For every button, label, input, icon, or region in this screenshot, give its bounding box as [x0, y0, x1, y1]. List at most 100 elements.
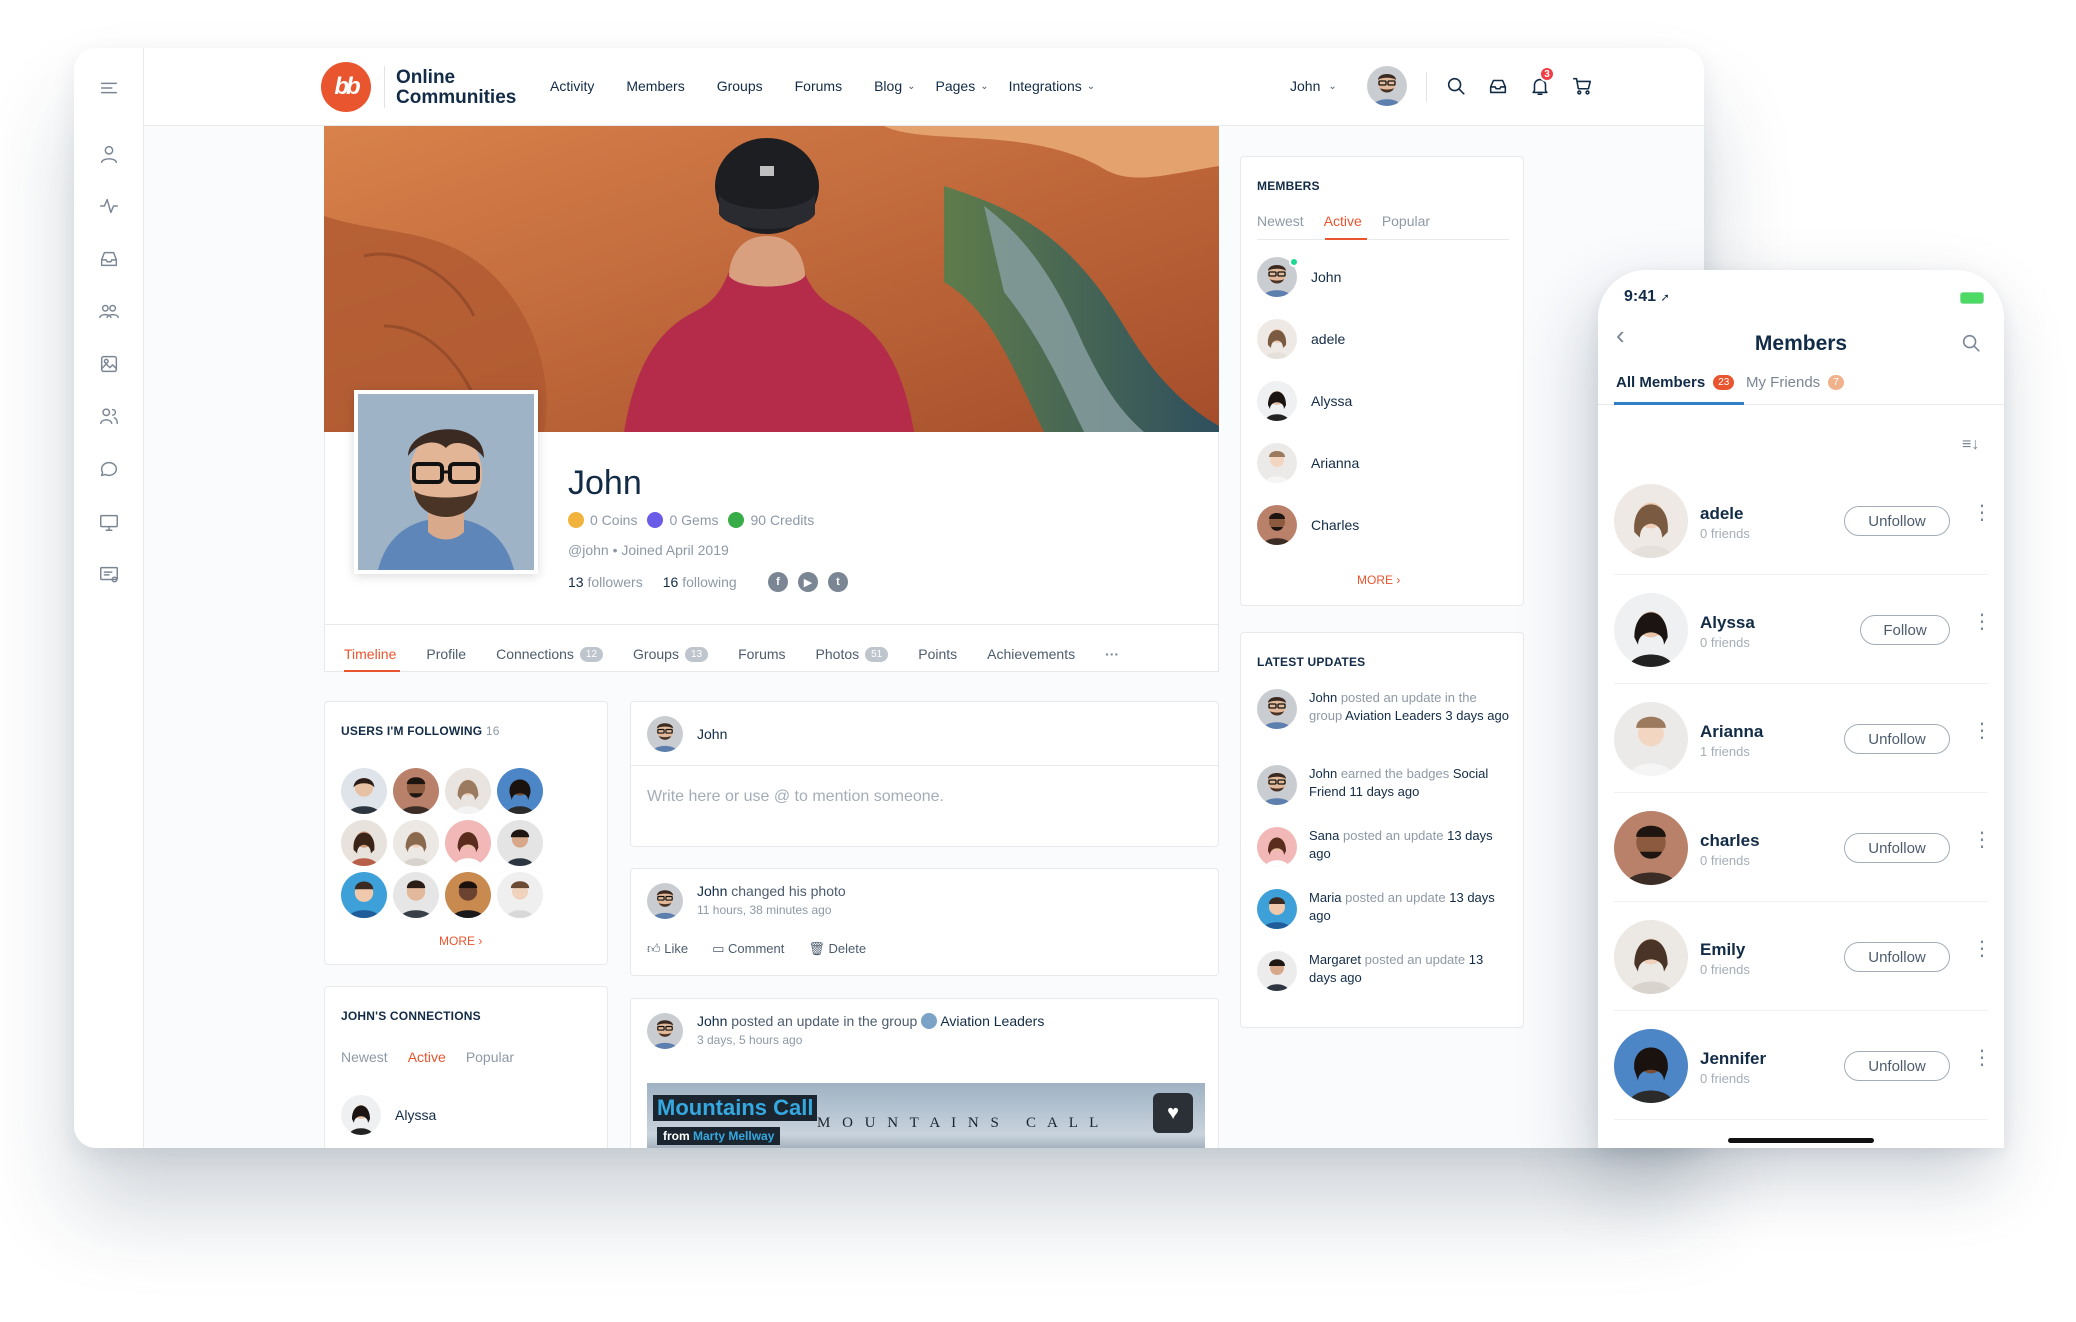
- subtab-newest[interactable]: Newest: [1257, 213, 1304, 229]
- more-options-icon[interactable]: ⋮: [1972, 721, 1992, 741]
- groups-icon[interactable]: [97, 299, 121, 323]
- nav-members[interactable]: Members: [626, 78, 684, 94]
- comment-button[interactable]: ▭ Comment: [712, 941, 784, 957]
- avatar[interactable]: [647, 883, 683, 919]
- youtube-icon[interactable]: ▶: [798, 572, 818, 592]
- search-icon[interactable]: [1445, 75, 1469, 99]
- tab-my-friends[interactable]: My Friends 7: [1746, 374, 1844, 391]
- list-item[interactable]: Alyssa 0 friends Follow ⋮: [1614, 575, 1992, 684]
- following-count[interactable]: 16 following: [663, 574, 737, 590]
- list-item[interactable]: adele 0 friends Unfollow ⋮: [1614, 466, 1992, 575]
- twitter-icon[interactable]: t: [828, 572, 848, 592]
- list-item[interactable]: John: [1257, 257, 1341, 297]
- avatar[interactable]: [497, 872, 543, 918]
- search-icon[interactable]: [1960, 332, 1984, 356]
- subtab-newest[interactable]: Newest: [341, 1049, 388, 1065]
- messages-icon[interactable]: [97, 562, 121, 586]
- avatar[interactable]: [497, 820, 543, 866]
- avatar[interactable]: [341, 872, 387, 918]
- avatar[interactable]: [445, 872, 491, 918]
- list-item[interactable]: Arianna: [1257, 443, 1359, 483]
- list-item[interactable]: Alyssa: [341, 1095, 436, 1135]
- avatar[interactable]: [341, 820, 387, 866]
- more-options-icon[interactable]: ⋮: [1972, 830, 1992, 850]
- follow-button[interactable]: Follow: [1860, 615, 1950, 645]
- post-author[interactable]: John: [697, 1013, 727, 1029]
- unfollow-button[interactable]: Unfollow: [1844, 833, 1950, 863]
- tab-connections[interactable]: Connections 12: [496, 646, 604, 662]
- subtab-active[interactable]: Active: [408, 1049, 446, 1065]
- tab-photos[interactable]: Photos 51: [816, 646, 889, 662]
- nav-integrations[interactable]: Integrations ⌄: [1009, 78, 1096, 94]
- avatar[interactable]: [341, 768, 387, 814]
- unfollow-button[interactable]: Unfollow: [1844, 1051, 1950, 1081]
- inbox-icon[interactable]: [1487, 75, 1511, 99]
- subtab-popular[interactable]: Popular: [1382, 213, 1430, 229]
- more-options-icon[interactable]: ⋮: [1972, 939, 1992, 959]
- avatar[interactable]: [445, 820, 491, 866]
- list-item[interactable]: Maria posted an update 13 days ago: [1257, 889, 1513, 929]
- composer-input[interactable]: Write here or use @ to mention someone.: [647, 788, 944, 806]
- tab-points[interactable]: Points: [918, 646, 957, 662]
- list-item[interactable]: adele: [1257, 319, 1345, 359]
- list-item[interactable]: John earned the badges Social Friend 11 …: [1257, 765, 1513, 805]
- list-item[interactable]: Jennifer 0 friends Unfollow ⋮: [1614, 1011, 1992, 1120]
- activity-icon[interactable]: [97, 194, 121, 218]
- more-options-icon[interactable]: ⋮: [1972, 1048, 1992, 1068]
- tab-groups[interactable]: Groups 13: [633, 646, 709, 662]
- nav-activity[interactable]: Activity: [550, 78, 594, 94]
- delete-button[interactable]: 🗑︎ Delete: [808, 941, 866, 957]
- unfollow-button[interactable]: Unfollow: [1844, 506, 1950, 536]
- post-video-thumbnail[interactable]: Mountains Call from Marty Mellway M O U …: [647, 1083, 1205, 1148]
- avatar[interactable]: [647, 1013, 683, 1049]
- post-author[interactable]: John: [697, 883, 727, 899]
- more-tabs-button[interactable]: ···: [1105, 646, 1119, 662]
- courses-icon[interactable]: [97, 510, 121, 534]
- post-group-link[interactable]: Aviation Leaders: [940, 1013, 1044, 1029]
- cart-icon[interactable]: [1571, 75, 1595, 99]
- avatar[interactable]: [393, 872, 439, 918]
- user-menu[interactable]: John ⌄: [1290, 78, 1337, 94]
- list-item[interactable]: John posted an update in the group Aviat…: [1257, 689, 1513, 729]
- facebook-icon[interactable]: f: [768, 572, 788, 592]
- avatar[interactable]: [393, 820, 439, 866]
- list-item[interactable]: Emily 0 friends Unfollow ⋮: [1614, 902, 1992, 1011]
- heart-icon[interactable]: ♥: [1153, 1093, 1193, 1133]
- more-options-icon[interactable]: ⋮: [1972, 503, 1992, 523]
- nav-pages[interactable]: Pages ⌄: [936, 78, 989, 94]
- nav-blog[interactable]: Blog ⌄: [874, 78, 915, 94]
- following-more-link[interactable]: MORE ›: [439, 934, 482, 948]
- profile-avatar[interactable]: [354, 390, 538, 574]
- tab-timeline[interactable]: Timeline: [344, 646, 396, 662]
- list-item[interactable]: charles 0 friends Unfollow ⋮: [1614, 793, 1992, 902]
- tab-profile[interactable]: Profile: [426, 646, 466, 662]
- more-options-icon[interactable]: ⋮: [1972, 612, 1992, 632]
- members-more-link[interactable]: MORE ›: [1357, 573, 1400, 587]
- sort-icon[interactable]: ≡↓: [1962, 436, 1979, 454]
- photos-icon[interactable]: [97, 352, 121, 376]
- list-item[interactable]: Alyssa: [1257, 381, 1352, 421]
- avatar[interactable]: [497, 768, 543, 814]
- tab-achievements[interactable]: Achievements: [987, 646, 1075, 662]
- inbox-icon[interactable]: [97, 247, 121, 271]
- subtab-active[interactable]: Active: [1324, 213, 1362, 229]
- menu-toggle-icon[interactable]: [97, 76, 121, 100]
- list-item[interactable]: Arianna 1 friends Unfollow ⋮: [1614, 684, 1992, 793]
- avatar[interactable]: [393, 768, 439, 814]
- nav-groups[interactable]: Groups: [717, 78, 763, 94]
- site-title[interactable]: Online Communities: [396, 68, 536, 108]
- tab-all-members[interactable]: All Members 23: [1616, 374, 1735, 391]
- avatar[interactable]: [445, 768, 491, 814]
- list-item[interactable]: Sana posted an update 13 days ago: [1257, 827, 1513, 867]
- like-button[interactable]: 👍︎ Like: [647, 941, 688, 957]
- profile-icon[interactable]: [97, 142, 121, 166]
- followers-count[interactable]: 13 followers: [568, 574, 643, 590]
- user-avatar[interactable]: [1367, 66, 1407, 106]
- subtab-popular[interactable]: Popular: [466, 1049, 514, 1065]
- nav-forums[interactable]: Forums: [795, 78, 842, 94]
- connections-icon[interactable]: [97, 404, 121, 428]
- unfollow-button[interactable]: Unfollow: [1844, 724, 1950, 754]
- site-logo[interactable]: bb: [321, 62, 371, 112]
- list-item[interactable]: Charles: [1257, 505, 1359, 545]
- forums-icon[interactable]: [97, 457, 121, 481]
